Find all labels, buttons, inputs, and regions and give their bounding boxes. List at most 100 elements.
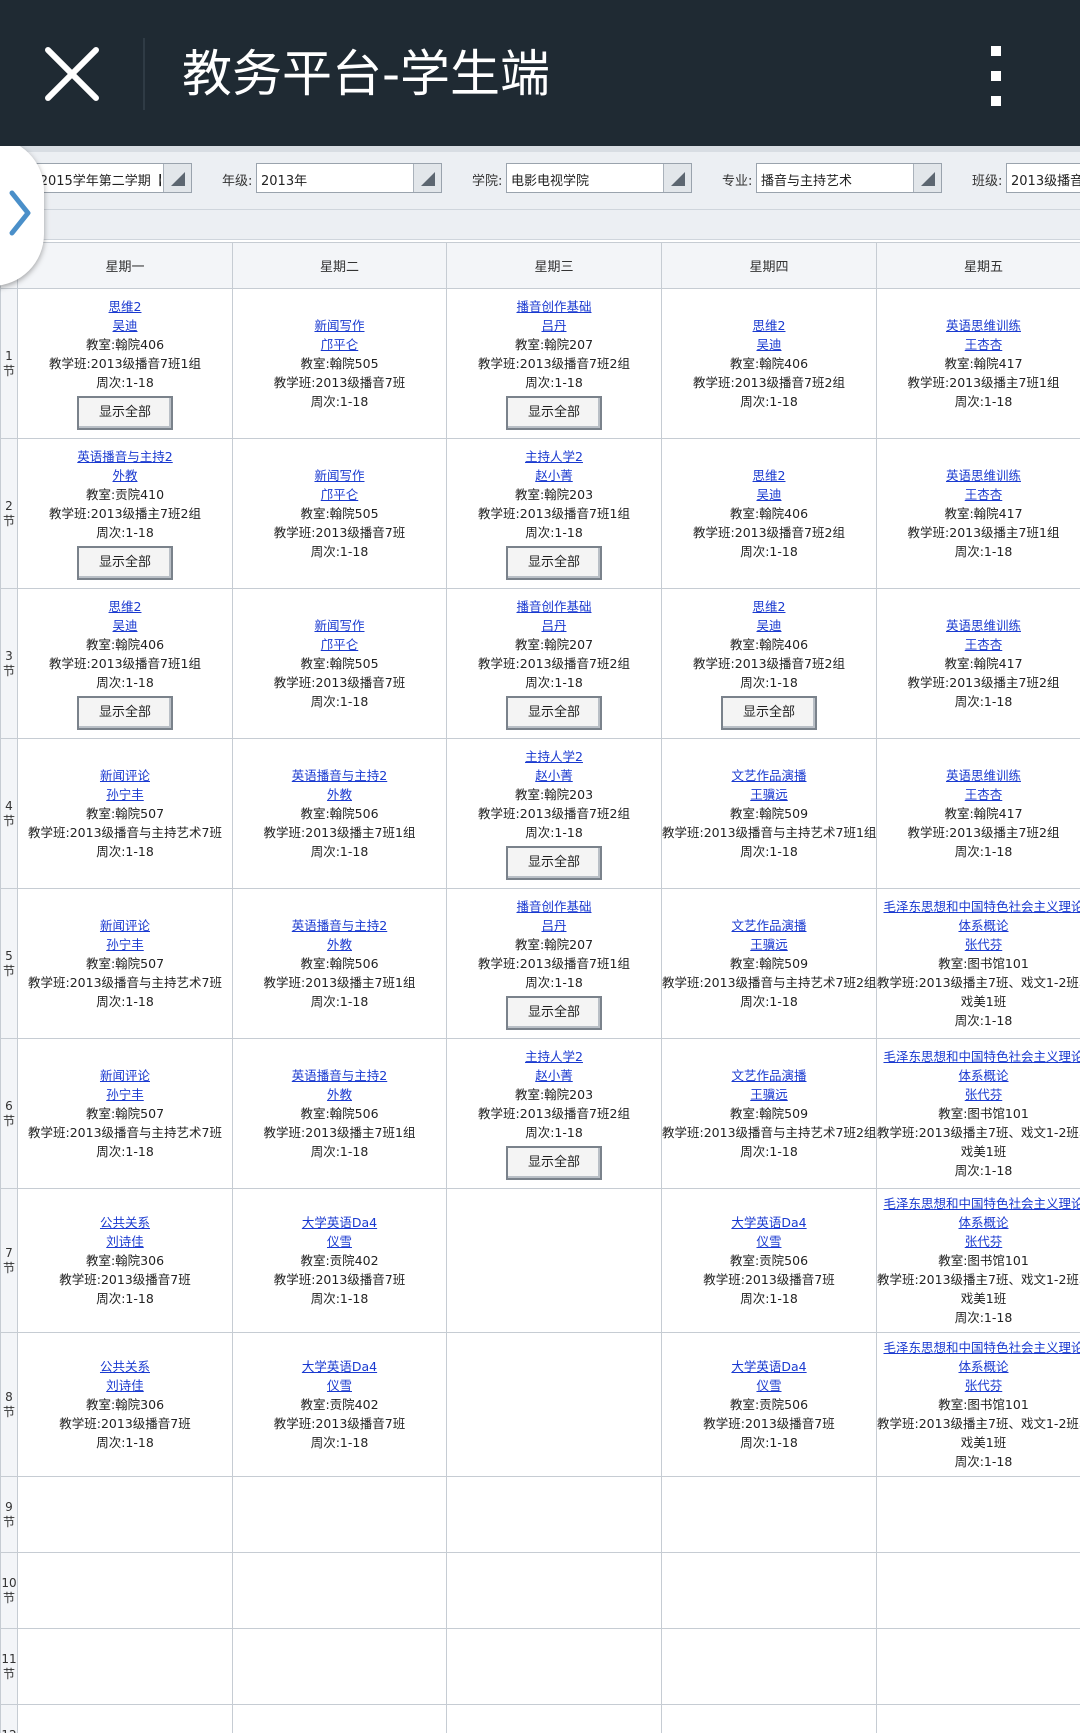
teacher-link[interactable]: 张代芬 — [878, 935, 1080, 954]
show-all-button[interactable]: 显示全部 — [506, 546, 602, 580]
teacher-link[interactable]: 王杏杏 — [878, 785, 1080, 804]
grade-select[interactable]: 2013年 — [256, 163, 442, 193]
teacher-link[interactable]: 孙宁丰 — [19, 935, 232, 954]
teacher-link[interactable]: 邝平仑 — [234, 335, 446, 354]
course-name-link[interactable]: 文艺作品演播 — [663, 766, 876, 785]
teacher-link[interactable]: 吴迪 — [663, 485, 876, 504]
empty-cell — [17, 1476, 233, 1553]
course-name-link[interactable]: 英语播音与主持2 — [234, 1066, 446, 1085]
course-name-link[interactable]: 新闻写作 — [234, 616, 446, 635]
teacher-link[interactable]: 赵小菁 — [448, 1066, 661, 1085]
course-name-link[interactable]: 英语思维训练 — [878, 616, 1080, 635]
teacher-link[interactable]: 王骥远 — [663, 1085, 876, 1104]
course-name-link[interactable]: 英语播音与主持2 — [234, 766, 446, 785]
teacher-link[interactable]: 外教 — [19, 466, 232, 485]
show-all-button[interactable]: 显示全部 — [506, 396, 602, 430]
course-name-link[interactable]: 新闻评论 — [19, 766, 232, 785]
teaching-class-text: 戏美1班 — [960, 1435, 1007, 1450]
course-name-link[interactable]: 文艺作品演播 — [663, 916, 876, 935]
show-all-button[interactable]: 显示全部 — [506, 846, 602, 880]
course-name-link[interactable]: 新闻写作 — [234, 466, 446, 485]
teacher-link[interactable]: 邝平仑 — [234, 485, 446, 504]
show-all-button[interactable]: 显示全部 — [77, 546, 173, 580]
teacher-link[interactable]: 王杏杏 — [878, 485, 1080, 504]
teacher-link[interactable]: 仪雪 — [663, 1376, 876, 1395]
course-name-link[interactable]: 思维2 — [19, 597, 232, 616]
teacher-link[interactable]: 外教 — [234, 785, 446, 804]
course-name-link[interactable]: 大学英语Da4 — [234, 1213, 446, 1232]
course-name-link[interactable]: 公共关系 — [19, 1357, 232, 1376]
course-name-link[interactable]: 体系概论 — [878, 1213, 1080, 1232]
teacher-link[interactable]: 仪雪 — [234, 1376, 446, 1395]
course-name-link[interactable]: 主持人学2 — [448, 747, 661, 766]
teaching-class-text: 教学班:2013级播音7班1组 — [49, 356, 201, 371]
teacher-link[interactable]: 张代芬 — [878, 1232, 1080, 1251]
teacher-link[interactable]: 王杏杏 — [878, 335, 1080, 354]
show-all-button[interactable]: 显示全部 — [506, 1146, 602, 1180]
teacher-link[interactable]: 王杏杏 — [878, 635, 1080, 654]
teacher-link[interactable]: 张代芬 — [878, 1085, 1080, 1104]
teacher-link[interactable]: 吴迪 — [19, 316, 232, 335]
course-name-link[interactable]: 思维2 — [19, 297, 232, 316]
course-name-link[interactable]: 英语思维训练 — [878, 466, 1080, 485]
teacher-link[interactable]: 吴迪 — [663, 616, 876, 635]
teacher-link[interactable]: 仪雪 — [663, 1232, 876, 1251]
course-name-link[interactable]: 英语思维训练 — [878, 766, 1080, 785]
course-name-link[interactable]: 大学英语Da4 — [234, 1357, 446, 1376]
course-name-link[interactable]: 英语思维训练 — [878, 316, 1080, 335]
teacher-link[interactable]: 外教 — [234, 1085, 446, 1104]
teacher-link[interactable]: 赵小菁 — [448, 466, 661, 485]
course-name-link[interactable]: 播音创作基础 — [448, 897, 661, 916]
course-name-link[interactable]: 播音创作基础 — [448, 297, 661, 316]
teacher-link[interactable]: 孙宁丰 — [19, 785, 232, 804]
teacher-link[interactable]: 仪雪 — [234, 1232, 446, 1251]
course-name-link[interactable]: 新闻评论 — [19, 1066, 232, 1085]
show-all-button[interactable]: 显示全部 — [77, 696, 173, 730]
course-name-link[interactable]: 思维2 — [663, 597, 876, 616]
course-name-link[interactable]: 毛泽东思想和中国特色社会主义理论 — [878, 897, 1080, 916]
college-select[interactable]: 电影电视学院 — [506, 163, 692, 193]
teacher-link[interactable]: 张代芬 — [878, 1376, 1080, 1395]
course-name-link[interactable]: 体系概论 — [878, 1357, 1080, 1376]
course-name-link[interactable]: 新闻评论 — [19, 916, 232, 935]
teacher-link[interactable]: 王骥远 — [663, 935, 876, 954]
teacher-link[interactable]: 吴迪 — [19, 616, 232, 635]
teacher-link[interactable]: 孙宁丰 — [19, 1085, 232, 1104]
teacher-link[interactable]: 外教 — [234, 935, 446, 954]
course-name-link[interactable]: 毛泽东思想和中国特色社会主义理论 — [878, 1338, 1080, 1357]
course-name-link[interactable]: 思维2 — [663, 466, 876, 485]
show-all-button[interactable]: 显示全部 — [506, 696, 602, 730]
close-button[interactable] — [38, 40, 106, 108]
major-select[interactable]: 播音与主持艺术 — [756, 163, 942, 193]
teacher-link[interactable]: 吴迪 — [663, 335, 876, 354]
course-name-link[interactable]: 主持人学2 — [448, 447, 661, 466]
course-name-link[interactable]: 大学英语Da4 — [663, 1213, 876, 1232]
course-name-link[interactable]: 公共关系 — [19, 1213, 232, 1232]
course-name-link[interactable]: 英语播音与主持2 — [234, 916, 446, 935]
course-name-link[interactable]: 新闻写作 — [234, 316, 446, 335]
course-name-link[interactable]: 主持人学2 — [448, 1047, 661, 1066]
course-name-link[interactable]: 思维2 — [663, 316, 876, 335]
show-all-button[interactable]: 显示全部 — [506, 996, 602, 1030]
course-name-link[interactable]: 毛泽东思想和中国特色社会主义理论 — [878, 1194, 1080, 1213]
course-name-link[interactable]: 毛泽东思想和中国特色社会主义理论 — [878, 1047, 1080, 1066]
more-vertical-icon[interactable] — [980, 40, 1012, 112]
show-all-button[interactable]: 显示全部 — [721, 696, 817, 730]
course-name-link[interactable]: 文艺作品演播 — [663, 1066, 876, 1085]
course-name-link[interactable]: 大学英语Da4 — [663, 1357, 876, 1376]
class-select[interactable]: 2013级播音 — [1006, 163, 1080, 193]
course-name-link[interactable]: 体系概论 — [878, 1066, 1080, 1085]
teacher-link[interactable]: 吕丹 — [448, 616, 661, 635]
teacher-link[interactable]: 刘诗佳 — [19, 1376, 232, 1395]
course-name-link[interactable]: 播音创作基础 — [448, 597, 661, 616]
term-select[interactable]: -2015学年第二学期【 — [30, 163, 192, 193]
course-name-link[interactable]: 英语播音与主持2 — [19, 447, 232, 466]
teacher-link[interactable]: 赵小菁 — [448, 766, 661, 785]
teacher-link[interactable]: 王骥远 — [663, 785, 876, 804]
teacher-link[interactable]: 刘诗佳 — [19, 1232, 232, 1251]
course-name-link[interactable]: 体系概论 — [878, 916, 1080, 935]
teacher-link[interactable]: 邝平仑 — [234, 635, 446, 654]
show-all-button[interactable]: 显示全部 — [77, 396, 173, 430]
teacher-link[interactable]: 吕丹 — [448, 916, 661, 935]
teacher-link[interactable]: 吕丹 — [448, 316, 661, 335]
